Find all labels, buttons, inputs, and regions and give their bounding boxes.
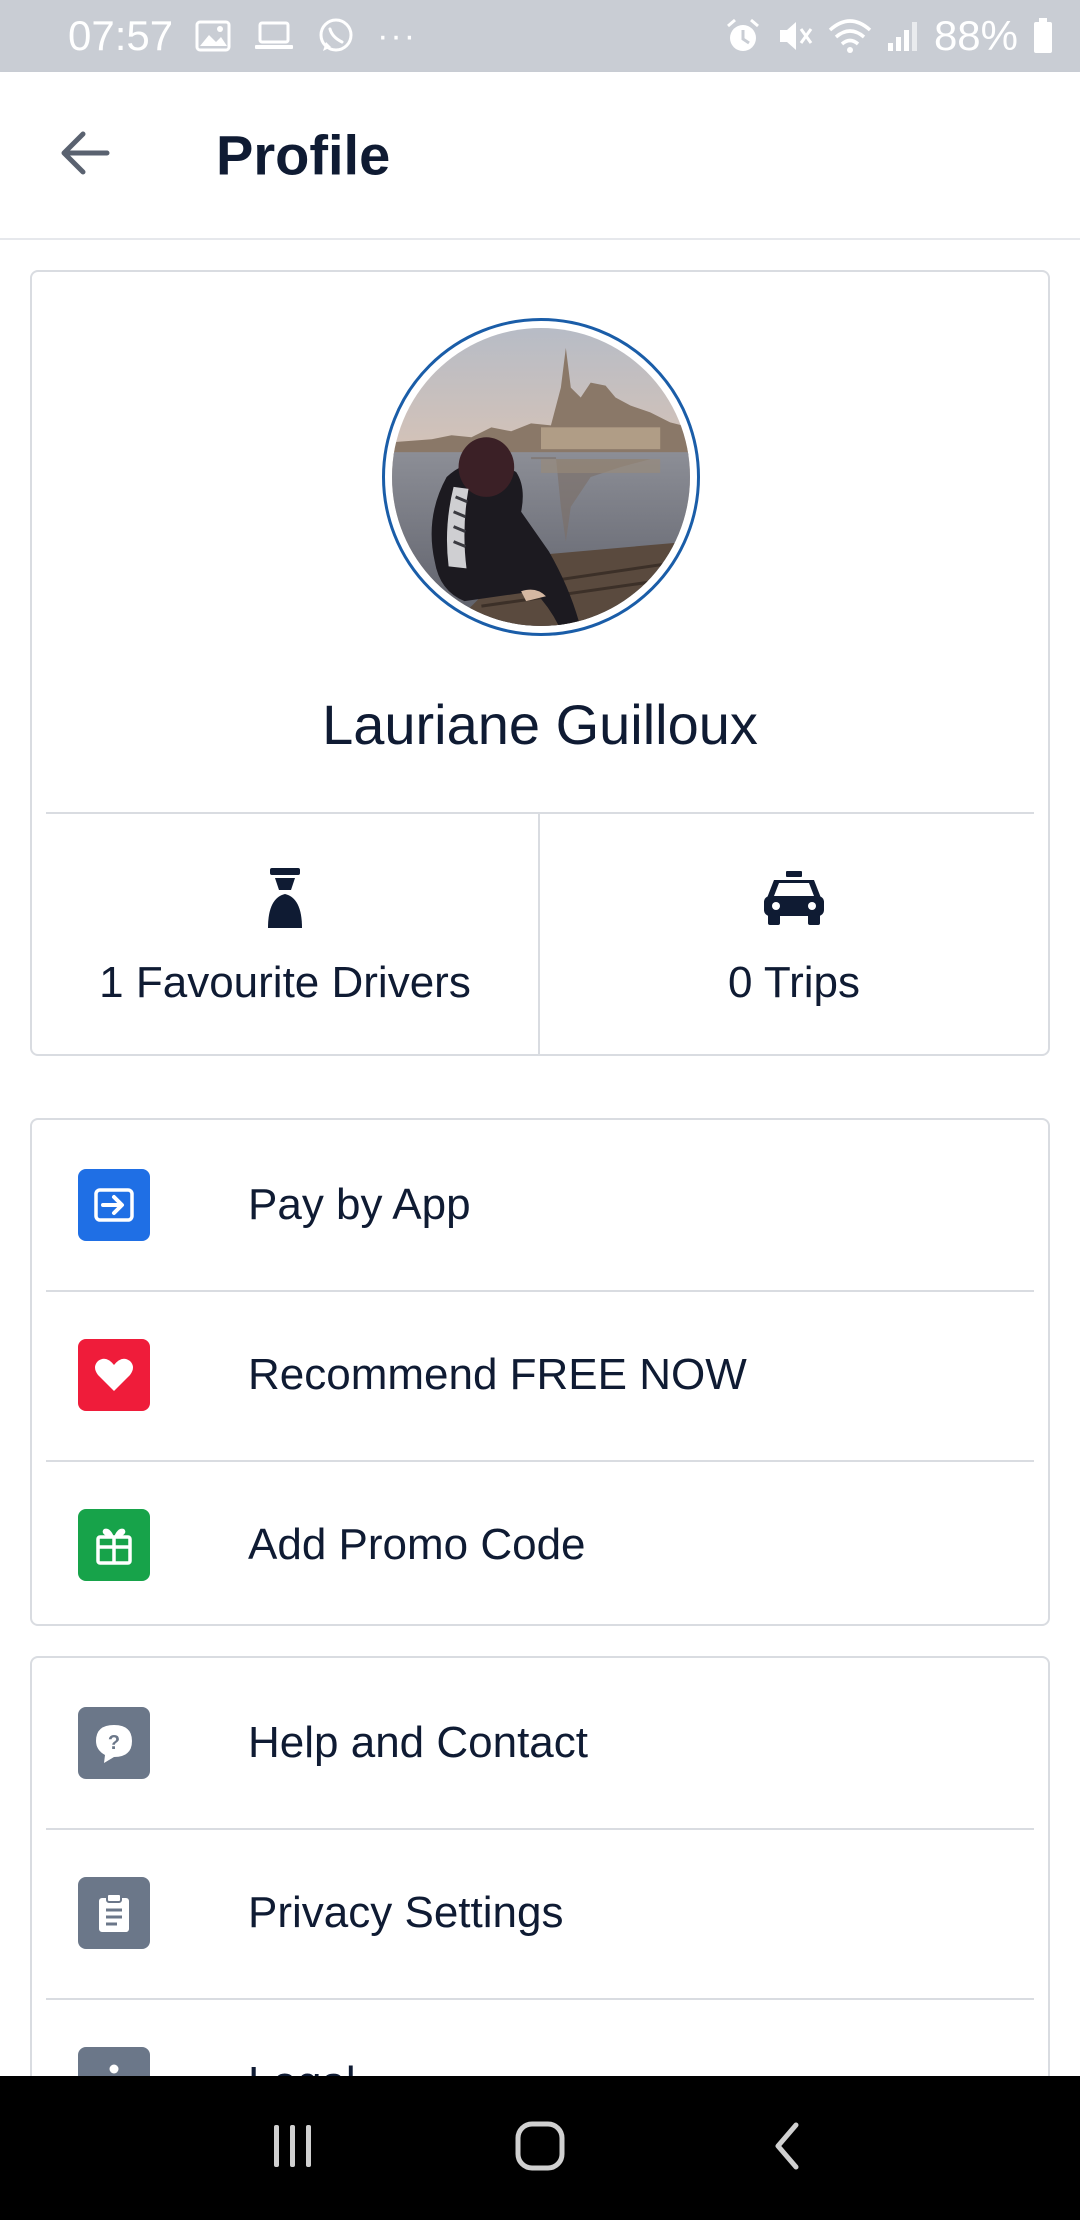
- home-button[interactable]: [490, 2098, 590, 2198]
- wifi-icon: [828, 18, 872, 54]
- status-time: 07:57: [68, 12, 174, 59]
- recent-apps-button[interactable]: [243, 2098, 343, 2198]
- menu-label-legal: Legal: [248, 2058, 356, 2076]
- menu-item-legal[interactable]: Legal: [32, 1998, 1048, 2076]
- app-bar: Profile: [0, 72, 1080, 240]
- status-more: ···: [377, 16, 418, 55]
- heart-icon: [78, 1339, 150, 1411]
- favourite-drivers-label: 1 Favourite Drivers: [99, 958, 471, 1007]
- menu-label-privacy: Privacy Settings: [248, 1888, 564, 1937]
- recent-apps-icon: [270, 2123, 316, 2174]
- trips-label: 0 Trips: [727, 958, 861, 1007]
- signal-icon: [886, 19, 920, 53]
- navigation-bar: [0, 2076, 1080, 2220]
- laptop-icon: [253, 20, 295, 52]
- menu-item-promo-code[interactable]: Add Promo Code: [32, 1460, 1048, 1624]
- image-icon: [195, 20, 231, 52]
- page-title: Profile: [216, 123, 391, 187]
- back-button[interactable]: [50, 121, 118, 189]
- profile-name: Lauriane Guilloux: [322, 693, 758, 756]
- menu-card-support: ? Help and Contact Privacy Settings Lega…: [30, 1656, 1050, 2076]
- battery-icon: [1032, 17, 1054, 55]
- mute-icon: [776, 17, 814, 55]
- home-icon: [514, 2120, 566, 2177]
- status-bar: 07:57 ··· 88%: [0, 0, 1080, 72]
- menu-label-pay-by-app: Pay by App: [248, 1180, 471, 1229]
- svg-text:?: ?: [108, 1732, 120, 1754]
- pay-by-app-icon: [78, 1169, 150, 1241]
- whatsapp-icon: [317, 17, 355, 55]
- menu-item-help[interactable]: ? Help and Contact: [32, 1658, 1048, 1828]
- menu-label-help: Help and Contact: [248, 1718, 588, 1767]
- favourite-drivers-stat[interactable]: 1 Favourite Drivers: [32, 814, 540, 1056]
- profile-card: Lauriane Guilloux 1 Favourite Drivers 0 …: [30, 270, 1050, 1056]
- menu-item-pay-by-app[interactable]: Pay by App: [32, 1120, 1048, 1290]
- avatar[interactable]: [382, 318, 700, 636]
- back-nav-icon: [770, 2121, 804, 2176]
- avatar-photo: [392, 328, 690, 626]
- alarm-icon: [724, 17, 762, 55]
- taxi-icon: [762, 866, 826, 930]
- menu-label-promo-code: Add Promo Code: [248, 1520, 586, 1569]
- arrow-left-icon: [57, 130, 111, 181]
- gift-icon: [78, 1509, 150, 1581]
- menu-item-recommend[interactable]: Recommend FREE NOW: [32, 1290, 1048, 1460]
- profile-content[interactable]: Lauriane Guilloux 1 Favourite Drivers 0 …: [0, 240, 1080, 2076]
- driver-icon: [264, 866, 306, 930]
- battery-percent: 88%: [933, 12, 1018, 59]
- menu-card-payments: Pay by App Recommend FREE NOW Add Promo …: [30, 1118, 1050, 1626]
- trips-stat[interactable]: 0 Trips: [540, 814, 1048, 1056]
- menu-label-recommend: Recommend FREE NOW: [248, 1350, 747, 1399]
- clipboard-icon: [78, 1877, 150, 1949]
- info-icon: [78, 2047, 150, 2076]
- system-back-button[interactable]: [737, 2098, 837, 2198]
- menu-item-privacy[interactable]: Privacy Settings: [32, 1828, 1048, 1998]
- help-chat-icon: ?: [78, 1707, 150, 1779]
